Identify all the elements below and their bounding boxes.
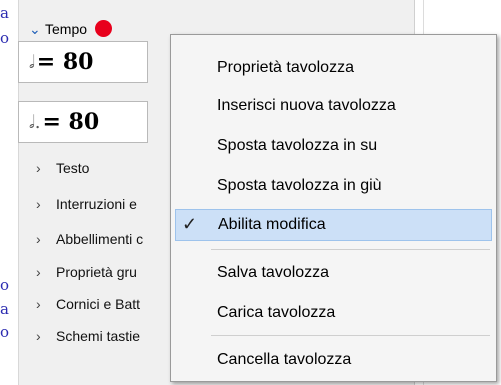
left-edge-char: o xyxy=(0,276,10,294)
chevron-right-icon: › xyxy=(36,264,41,280)
menu-item-label: Cancella tavolozza xyxy=(217,351,352,368)
chevron-right-icon: › xyxy=(36,328,41,344)
menu-separator xyxy=(211,249,490,250)
menu-item-move-up[interactable]: Sposta tavolozza in su xyxy=(171,130,496,162)
category-schemi[interactable]: › Schemi tastie xyxy=(36,325,140,347)
half-note-icon: 𝅗𝅥 xyxy=(29,51,35,73)
category-proprieta[interactable]: › Proprietà gru xyxy=(36,261,137,283)
category-label: Proprietà gru xyxy=(56,264,137,280)
category-label: Testo xyxy=(56,160,90,176)
section-header-tempo[interactable]: ⌄ Tempo xyxy=(29,18,113,40)
chevron-right-icon: › xyxy=(36,296,41,312)
category-interruzioni[interactable]: › Interruzioni e xyxy=(36,193,137,215)
category-testo[interactable]: › Testo xyxy=(36,157,89,179)
menu-item-load-palette[interactable]: Carica tavolozza xyxy=(171,297,496,329)
chevron-down-icon: ⌄ xyxy=(29,20,41,37)
category-cornici[interactable]: › Cornici e Batt xyxy=(36,293,140,315)
menu-separator xyxy=(211,335,490,336)
menu-item-insert-palette[interactable]: Inserisci nuova tavolozza xyxy=(171,90,496,122)
category-label: Schemi tastie xyxy=(56,328,141,344)
menu-item-enable-editing[interactable]: ✓ Abilita modifica xyxy=(175,209,492,241)
chevron-right-icon: › xyxy=(36,231,41,247)
category-label: Cornici e Batt xyxy=(56,296,141,312)
menu-item-label: Sposta tavolozza in giù xyxy=(217,177,382,194)
menu-item-label: Carica tavolozza xyxy=(217,304,336,321)
category-label: Interruzioni e xyxy=(56,196,137,212)
chevron-right-icon: › xyxy=(36,160,41,176)
menu-item-move-down[interactable]: Sposta tavolozza in giù xyxy=(171,170,496,202)
red-dot-icon xyxy=(95,19,113,37)
left-edge-char: a xyxy=(0,4,9,22)
menu-item-label: Inserisci nuova tavolozza xyxy=(217,97,396,114)
menu-item-label: Sposta tavolozza in su xyxy=(217,137,378,154)
tempo-cell-dotted[interactable]: 𝅗𝅥. = 80 xyxy=(18,101,148,143)
dotted-half-note-icon: 𝅗𝅥. xyxy=(29,111,41,133)
category-abbellimenti[interactable]: › Abbellimenti c xyxy=(36,228,143,250)
menu-item-label: Abilita modifica xyxy=(218,216,326,233)
category-label: Abbellimenti c xyxy=(56,231,144,247)
tempo-value: = 80 xyxy=(42,109,100,135)
menu-item-save-palette[interactable]: Salva tavolozza xyxy=(171,257,496,289)
left-edge-strip: a o o a o xyxy=(0,0,18,385)
menu-item-label: Proprietà tavolozza xyxy=(217,59,354,76)
tempo-cell-quarter[interactable]: 𝅗𝅥 = 80 xyxy=(18,41,148,83)
context-menu: Proprietà tavolozza Inserisci nuova tavo… xyxy=(170,34,497,382)
chevron-right-icon: › xyxy=(36,196,41,212)
menu-item-label: Salva tavolozza xyxy=(217,264,330,281)
left-edge-char: o xyxy=(0,323,10,341)
menu-item-palette-properties[interactable]: Proprietà tavolozza xyxy=(171,52,496,84)
left-edge-char: o xyxy=(0,29,10,47)
left-edge-char: a xyxy=(0,300,9,318)
tempo-value: = 80 xyxy=(36,49,94,75)
checkmark-icon: ✓ xyxy=(182,214,198,234)
menu-item-delete-palette[interactable]: Cancella tavolozza xyxy=(171,344,496,376)
section-title: Tempo xyxy=(45,21,88,37)
